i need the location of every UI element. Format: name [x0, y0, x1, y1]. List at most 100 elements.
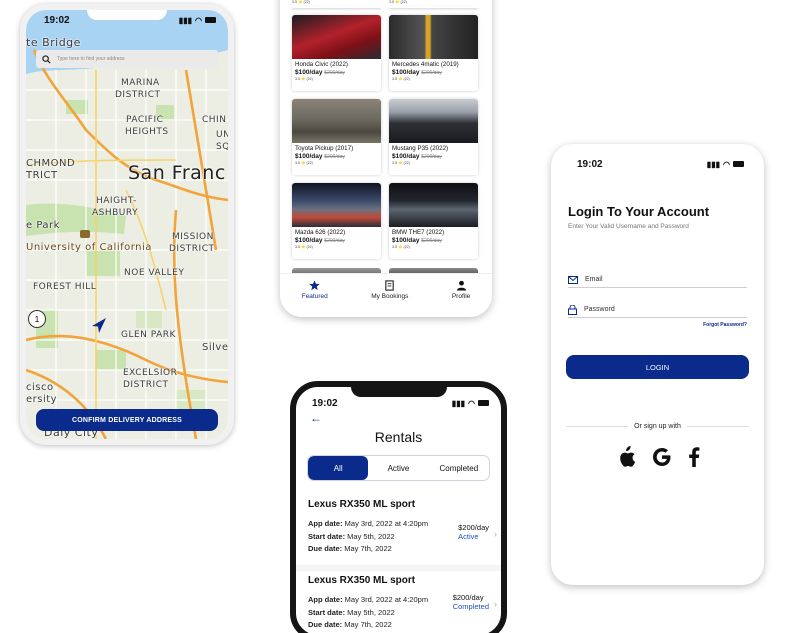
- map-label-sq: SQ: [216, 142, 228, 152]
- car-card[interactable]: Mustang P35 (2022) $100/day $200/day 3.5…: [389, 99, 478, 175]
- app-date-value: May 3rd, 2022 at 4:20pm: [342, 595, 429, 604]
- car-card[interactable]: Toyota Pickup (2017) $100/day $200/day 3…: [292, 99, 381, 175]
- car-price: $100/day $200/day: [389, 152, 478, 160]
- rental-price: $200/day: [458, 523, 489, 532]
- rental-filter-tabs: All Active Completed: [307, 455, 490, 481]
- map-label-mission-district: DISTRICT: [169, 244, 215, 254]
- apple-icon[interactable]: [616, 446, 636, 468]
- status-bar: 19:02 ▮▮▮ ◠: [26, 10, 228, 30]
- due-date-label: Due date:: [308, 620, 343, 629]
- car-price: $100/day $200/day: [292, 236, 381, 244]
- car-old-price: $200/day: [324, 154, 345, 160]
- password-placeholder: Password: [584, 306, 615, 313]
- email-field[interactable]: Email: [568, 272, 747, 288]
- car-price-value: $100/day: [295, 153, 323, 160]
- login-phone: 19:02 ▮▮▮ ◠ Login To Your Account Enter …: [551, 144, 764, 585]
- start-date-label: Start date:: [308, 607, 346, 617]
- battery-icon: [733, 161, 744, 167]
- tab-profile[interactable]: Profile: [452, 280, 470, 300]
- map-label-ersity: ersity: [26, 394, 58, 405]
- app-date-label: App date:: [308, 595, 343, 604]
- app-date-label: App date:: [308, 519, 343, 528]
- search-icon: [42, 54, 51, 64]
- car-price-value: $100/day: [392, 153, 420, 160]
- map-label-marina-district: DISTRICT: [115, 90, 161, 100]
- chevron-right-icon: ›: [494, 599, 497, 609]
- google-icon[interactable]: [652, 447, 672, 467]
- map-view[interactable]: 19:02 ▮▮▮ ◠ Type here to find your addre…: [26, 10, 228, 439]
- car-price-value: $100/day: [392, 237, 420, 244]
- car-card[interactable]: BMW THE7 (2022) $100/day $200/day 3.5 ⭐ …: [389, 183, 478, 259]
- map-label-excelsior-district: DISTRICT: [123, 380, 169, 390]
- car-rating-top-right: 3.5 ⭐ (22): [389, 0, 407, 4]
- car-grid: Honda Civic (2022) $100/day $200/day 3.5…: [292, 15, 478, 259]
- map-label-silver: Silve: [202, 342, 228, 353]
- confirm-delivery-address-button[interactable]: CONFIRM DELIVERY ADDRESS: [36, 409, 218, 431]
- email-placeholder: Email: [585, 276, 603, 283]
- divider-line: [686, 426, 749, 427]
- facebook-icon[interactable]: [688, 447, 700, 467]
- address-search-input[interactable]: Type here to find your address: [36, 50, 218, 68]
- tab-all[interactable]: All: [308, 456, 369, 480]
- status-bar: 19:02 ▮▮▮ ◠: [296, 393, 501, 413]
- back-arrow-icon[interactable]: ←: [310, 411, 322, 425]
- tab-active[interactable]: Active: [368, 456, 428, 480]
- car-old-price: $200/day: [421, 70, 442, 76]
- or-sign-up-divider: Or sign up with: [566, 423, 749, 430]
- rentals-phone: 19:02 ▮▮▮ ◠ ← Rentals All Active Complet…: [290, 381, 507, 633]
- wifi-icon: ◠: [723, 159, 730, 169]
- or-sign-up-text: Or sign up with: [634, 423, 681, 430]
- car-card[interactable]: Mercedes 4matic (2019) $100/day $200/day…: [389, 15, 478, 91]
- star-icon: [309, 280, 320, 291]
- rental-due-date: Due date: May 7th, 2022: [308, 619, 489, 632]
- battery-icon: [478, 400, 489, 406]
- status-icons: ▮▮▮ ◠: [179, 16, 216, 25]
- car-image: [292, 99, 381, 143]
- tab-my-bookings[interactable]: My Bookings: [371, 280, 408, 300]
- status-icons: ▮▮▮ ◠: [707, 160, 744, 169]
- car-card[interactable]: Mazda 626 (2022) $100/day $200/day 3.5 ⭐…: [292, 183, 381, 259]
- map-label-noe-valley: NOE VALLEY: [124, 268, 185, 278]
- car-name: Mercedes 4matic (2019): [392, 61, 459, 68]
- car-rating: 3.5 ⭐ (22): [392, 77, 410, 81]
- tab-featured[interactable]: Featured: [302, 280, 328, 300]
- car-image: [292, 15, 381, 59]
- rental-item[interactable]: Lexus RX350 ML sport App date: May 3rd, …: [296, 499, 501, 571]
- map-label-university: University of California: [26, 242, 152, 253]
- car-image: [389, 15, 478, 59]
- signal-icon: ▮▮▮: [451, 398, 466, 408]
- map-label-forest-hill: FOREST HILL: [33, 282, 97, 292]
- rental-price: $200/day: [452, 593, 484, 602]
- car-card[interactable]: Honda Civic (2022) $100/day $200/day 3.5…: [292, 15, 381, 91]
- tab-completed[interactable]: Completed: [429, 456, 489, 480]
- rental-item[interactable]: Lexus RX350 ML sport App date: May 3rd, …: [296, 575, 501, 633]
- password-field[interactable]: Password: [568, 302, 747, 318]
- card-edge: [292, 6, 381, 8]
- map-label-mission: MISSION: [172, 232, 214, 242]
- search-placeholder: Type here to find your address: [57, 56, 125, 62]
- car-old-price: $200/day: [324, 238, 345, 244]
- car-name: Toyota Pickup (2017): [295, 145, 354, 152]
- status-time: 19:02: [577, 158, 603, 170]
- status-time: 19:02: [312, 397, 338, 409]
- card-edge: [389, 6, 478, 8]
- car-image: [389, 183, 478, 227]
- map-label-park: e Park: [26, 220, 60, 231]
- tab-my-bookings-label: My Bookings: [371, 293, 409, 300]
- car-name: Mustang P35 (2022): [392, 145, 449, 152]
- map-label-excelsior: EXCELSIOR: [123, 368, 178, 378]
- car-name: Mazda 626 (2022): [295, 229, 346, 236]
- forgot-password-link[interactable]: Forgot Password?: [703, 322, 747, 328]
- car-rating: 3.5 ⭐ (22): [295, 77, 313, 81]
- status-bar: 19:02 ▮▮▮ ◠: [551, 154, 764, 174]
- login-button[interactable]: LOGIN: [566, 355, 749, 379]
- app-date-value: May 3rd, 2022 at 4:20pm: [342, 519, 429, 528]
- design-canvas: 19:02 ▮▮▮ ◠ Type here to find your addre…: [0, 0, 800, 633]
- social-login-buttons: [551, 446, 764, 468]
- car-old-price: $200/day: [324, 70, 345, 76]
- divider-line: [566, 426, 629, 427]
- route-badge: 1: [28, 310, 46, 328]
- car-price-value: $100/day: [295, 237, 323, 244]
- rental-status: Active: [458, 532, 479, 541]
- map-label-glen-park: GLEN PARK: [121, 330, 176, 340]
